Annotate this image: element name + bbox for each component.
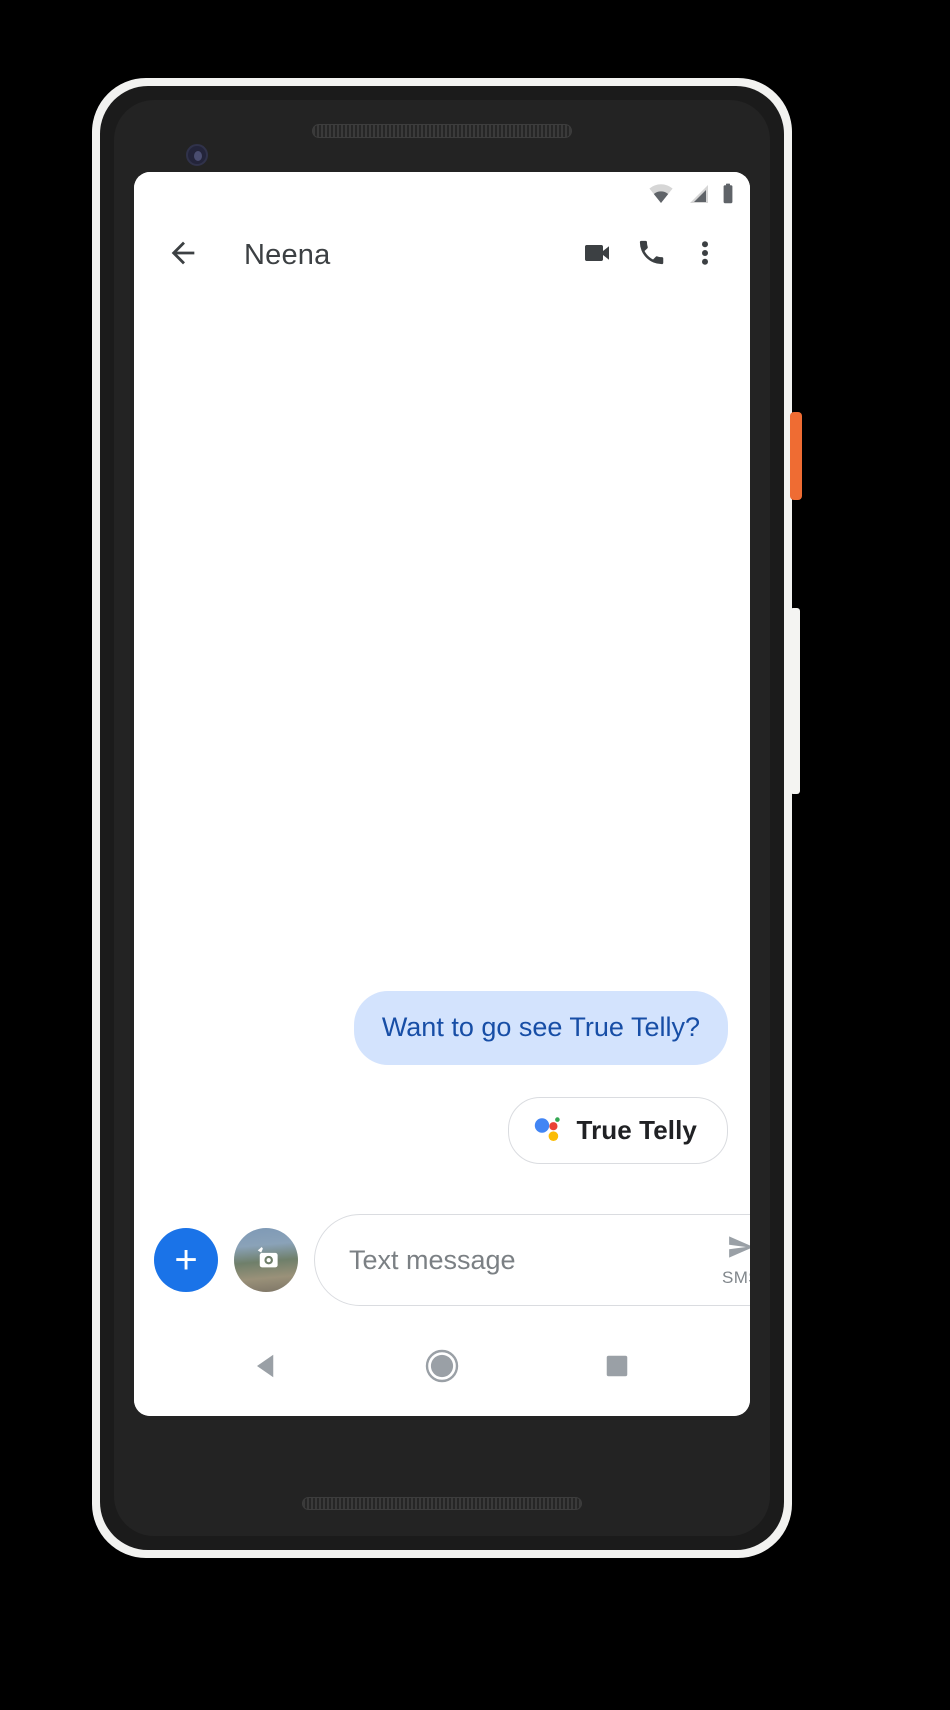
message-row: Want to go see True Telly? [156, 991, 728, 1065]
text-message-input[interactable] [349, 1244, 703, 1276]
nav-back-button[interactable] [227, 1328, 307, 1408]
nav-back-triangle-icon [252, 1351, 282, 1386]
nav-recents-button[interactable] [577, 1328, 657, 1408]
attach-button[interactable]: + [154, 1228, 218, 1292]
video-camera-icon [581, 237, 613, 274]
conversation-toolbar: Neena [134, 216, 750, 294]
phone-icon [636, 237, 667, 273]
message-thread: Want to go see True Telly? True Telly [134, 294, 750, 1200]
status-bar [134, 172, 750, 216]
earpiece-speaker [312, 124, 572, 138]
nav-home-circle-icon [424, 1348, 460, 1389]
arrow-back-icon [166, 236, 200, 275]
screenshot-stage: Neena Want to go see True Telly? True Te… [0, 0, 950, 1710]
camera-icon [249, 1241, 283, 1280]
send-icon [722, 1232, 750, 1267]
bottom-speaker-grille [302, 1497, 582, 1510]
nav-recents-square-icon [603, 1352, 631, 1385]
page-title: Neena [244, 238, 331, 271]
send-button[interactable]: SMS [703, 1232, 750, 1288]
google-assistant-icon [531, 1112, 563, 1149]
send-button-label: SMS [721, 1268, 750, 1287]
front-camera-icon [186, 144, 208, 166]
cellular-signal-icon [685, 182, 711, 206]
power-button[interactable] [790, 412, 802, 500]
more-vertical-icon [692, 238, 718, 273]
android-navigation-bar [134, 1320, 750, 1416]
suggestion-chip-label: True Telly [576, 1115, 697, 1145]
volume-rocker-button[interactable] [790, 608, 800, 794]
phone-screen: Neena Want to go see True Telly? True Te… [134, 172, 750, 1416]
outgoing-message-bubble[interactable]: Want to go see True Telly? [353, 991, 728, 1065]
video-call-button[interactable] [570, 228, 624, 282]
overflow-menu-button[interactable] [678, 228, 732, 282]
suggestion-chip-true-telly[interactable]: True Telly [507, 1097, 728, 1164]
camera-button[interactable] [234, 1228, 298, 1292]
suggestion-chip-row: True Telly [156, 1097, 728, 1164]
message-composer: + Text message SM [134, 1200, 750, 1320]
nav-home-button[interactable] [402, 1328, 482, 1408]
back-button[interactable] [160, 232, 206, 278]
text-message-field[interactable]: SMS [314, 1214, 750, 1306]
voice-call-button[interactable] [624, 228, 678, 282]
battery-full-icon [720, 182, 736, 206]
wifi-icon [646, 182, 676, 206]
